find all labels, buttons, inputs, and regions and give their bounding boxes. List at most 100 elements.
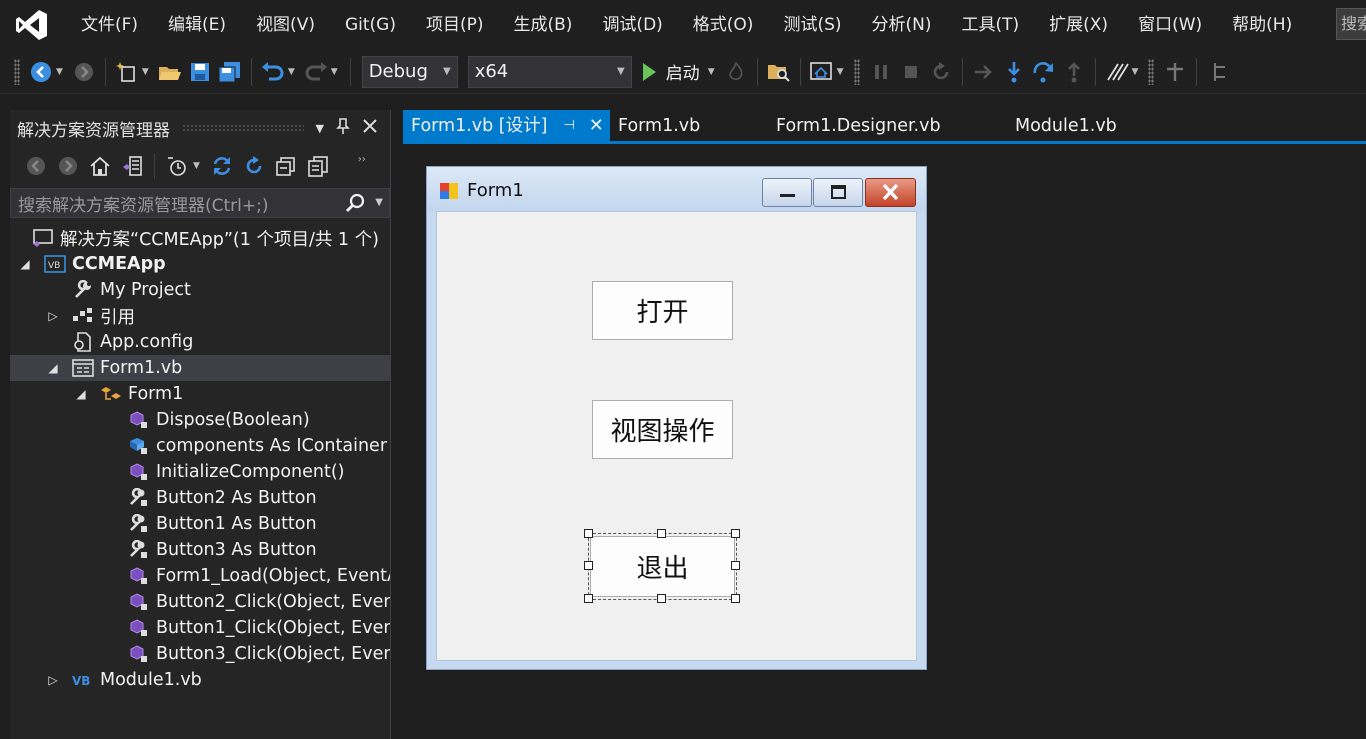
- resize-handle-sw[interactable]: [584, 594, 593, 603]
- tree-item[interactable]: Button2_Click(Object, EventArgs): [10, 589, 390, 615]
- undo-icon[interactable]: [261, 60, 285, 84]
- pin-icon[interactable]: [336, 118, 350, 138]
- sync-icon[interactable]: [210, 154, 234, 178]
- tree-item[interactable]: Dispose(Boolean): [10, 407, 390, 433]
- menu-item[interactable]: 测试(S): [768, 0, 856, 50]
- back-icon[interactable]: [29, 60, 53, 84]
- tab-3[interactable]: Form1.Designer.vb: [768, 110, 1007, 142]
- window-options-icon[interactable]: ▼: [316, 122, 324, 135]
- pending-changes-filter-icon[interactable]: [165, 154, 189, 178]
- tree-item[interactable]: Form1_Load(Object, EventArgs): [10, 563, 390, 589]
- toolbar-grip[interactable]: [14, 58, 20, 85]
- menu-item[interactable]: 格式(O): [678, 0, 769, 50]
- overflow-icon[interactable]: [1206, 60, 1230, 84]
- start-dropdown-icon[interactable]: ▼: [708, 67, 715, 77]
- menu-item[interactable]: Git(G): [330, 0, 411, 50]
- comment-icon[interactable]: [1105, 60, 1129, 84]
- back-dropdown-icon[interactable]: ▼: [56, 67, 63, 77]
- tree-item[interactable]: ▷ 引用: [10, 303, 390, 329]
- view-operation-button[interactable]: 视图操作: [592, 400, 733, 459]
- collapse-all-icon[interactable]: [274, 154, 298, 178]
- show-next-statement-icon[interactable]: [972, 60, 996, 84]
- back-icon[interactable]: [24, 154, 48, 178]
- toolbar-overflow-icon[interactable]: ››: [358, 154, 366, 165]
- pin-tab-icon[interactable]: ⊣: [563, 110, 574, 142]
- restart-icon[interactable]: [929, 60, 953, 84]
- find-in-files-icon[interactable]: [767, 60, 791, 84]
- tree-item[interactable]: App.config: [10, 329, 390, 355]
- menu-item[interactable]: 编辑(E): [153, 0, 241, 50]
- tab-4[interactable]: Module1.vb: [1007, 110, 1147, 142]
- menu-item[interactable]: 视图(V): [241, 0, 330, 50]
- configuration-dropdown[interactable]: Debug ▼: [361, 55, 458, 88]
- menu-search-box[interactable]: 搜索: [1336, 8, 1366, 40]
- expander-icon[interactable]: ◢: [74, 387, 88, 401]
- menu-item[interactable]: 项目(P): [411, 0, 499, 50]
- tree-item[interactable]: components As IContainer: [10, 433, 390, 459]
- new-dropdown-icon[interactable]: ▼: [142, 67, 149, 77]
- resize-handle-e[interactable]: [731, 561, 740, 570]
- search-icon[interactable]: [345, 193, 365, 217]
- platform-dropdown[interactable]: x64 ▼: [467, 55, 632, 88]
- forward-icon[interactable]: [56, 154, 80, 178]
- visual-studio-logo-icon[interactable]: [14, 7, 50, 43]
- tree-item[interactable]: Button2 As Button: [10, 485, 390, 511]
- menu-item[interactable]: 工具(T): [947, 0, 1035, 50]
- resize-handle-se[interactable]: [731, 594, 740, 603]
- solution-explorer-titlebar[interactable]: 解决方案资源管理器 ▼: [10, 110, 390, 146]
- menu-item[interactable]: 生成(B): [499, 0, 588, 50]
- open-folder-icon[interactable]: [158, 60, 182, 84]
- menu-item[interactable]: 窗口(W): [1123, 0, 1217, 50]
- expander-icon[interactable]: ▷: [46, 673, 60, 687]
- tree-item[interactable]: 解决方案“CCMEApp”(1 个项目/共 1 个): [10, 225, 390, 251]
- filter-dropdown-icon[interactable]: ▼: [193, 161, 200, 171]
- start-button[interactable]: 启动 ▼: [642, 59, 721, 84]
- menu-item[interactable]: 文件(F): [66, 0, 153, 50]
- expander-icon[interactable]: ◢: [46, 361, 60, 375]
- pause-icon[interactable]: [869, 60, 893, 84]
- solution-search-input[interactable]: 搜索解决方案资源管理器(Ctrl+;) ▼: [10, 188, 390, 218]
- step-out-icon[interactable]: [1062, 60, 1086, 84]
- home-icon[interactable]: [88, 154, 112, 178]
- refresh-icon[interactable]: [242, 154, 266, 178]
- tree-item[interactable]: ◢ Form1.vb: [10, 355, 390, 381]
- save-icon[interactable]: [188, 60, 212, 84]
- toolbar-grip[interactable]: [853, 58, 860, 85]
- menu-item[interactable]: 调试(D): [587, 0, 677, 50]
- tree-item[interactable]: InitializeComponent(): [10, 459, 390, 485]
- menu-item[interactable]: 分析(N): [857, 0, 947, 50]
- toolbar-grip[interactable]: [1148, 58, 1155, 85]
- browser-link-icon[interactable]: [809, 60, 834, 84]
- redo-icon[interactable]: [304, 60, 328, 84]
- align-icon[interactable]: [1163, 60, 1187, 84]
- tree-item[interactable]: Button1_Click(Object, EventArgs): [10, 615, 390, 641]
- tree-item[interactable]: Button3 As Button: [10, 537, 390, 563]
- open-button[interactable]: 打开: [592, 281, 733, 340]
- show-all-files-icon[interactable]: [306, 154, 330, 178]
- tab-1[interactable]: Form1.vb [设计] ⊣ ✕: [403, 110, 610, 142]
- resize-handle-s[interactable]: [657, 594, 666, 603]
- switch-views-icon[interactable]: [120, 154, 144, 178]
- tree-item[interactable]: ◢ VB CCMEApp: [10, 251, 390, 277]
- step-into-icon[interactable]: [1002, 60, 1026, 84]
- tree-item[interactable]: Button3_Click(Object, EventArgs): [10, 641, 390, 667]
- resize-handle-nw[interactable]: [584, 529, 593, 538]
- layout-dropdown-icon[interactable]: ▼: [837, 67, 844, 77]
- tree-item[interactable]: ◢ Form1: [10, 381, 390, 407]
- redo-dropdown-icon[interactable]: ▼: [331, 67, 338, 77]
- tree-item[interactable]: Button1 As Button: [10, 511, 390, 537]
- new-project-icon[interactable]: [115, 60, 139, 84]
- save-all-icon[interactable]: [218, 60, 242, 84]
- tab-2[interactable]: Form1.vb: [610, 110, 768, 142]
- close-tab-icon[interactable]: ✕: [589, 110, 604, 142]
- forward-icon[interactable]: [72, 60, 96, 84]
- expander-icon[interactable]: ◢: [18, 257, 32, 271]
- resize-handle-ne[interactable]: [731, 529, 740, 538]
- menu-item[interactable]: 帮助(H): [1217, 0, 1307, 50]
- tree-item[interactable]: My Project: [10, 277, 390, 303]
- menu-item[interactable]: 扩展(X): [1034, 0, 1123, 50]
- hot-reload-icon[interactable]: [724, 60, 748, 84]
- resize-handle-w[interactable]: [584, 561, 593, 570]
- step-over-icon[interactable]: [1032, 60, 1056, 84]
- undo-dropdown-icon[interactable]: ▼: [288, 67, 295, 77]
